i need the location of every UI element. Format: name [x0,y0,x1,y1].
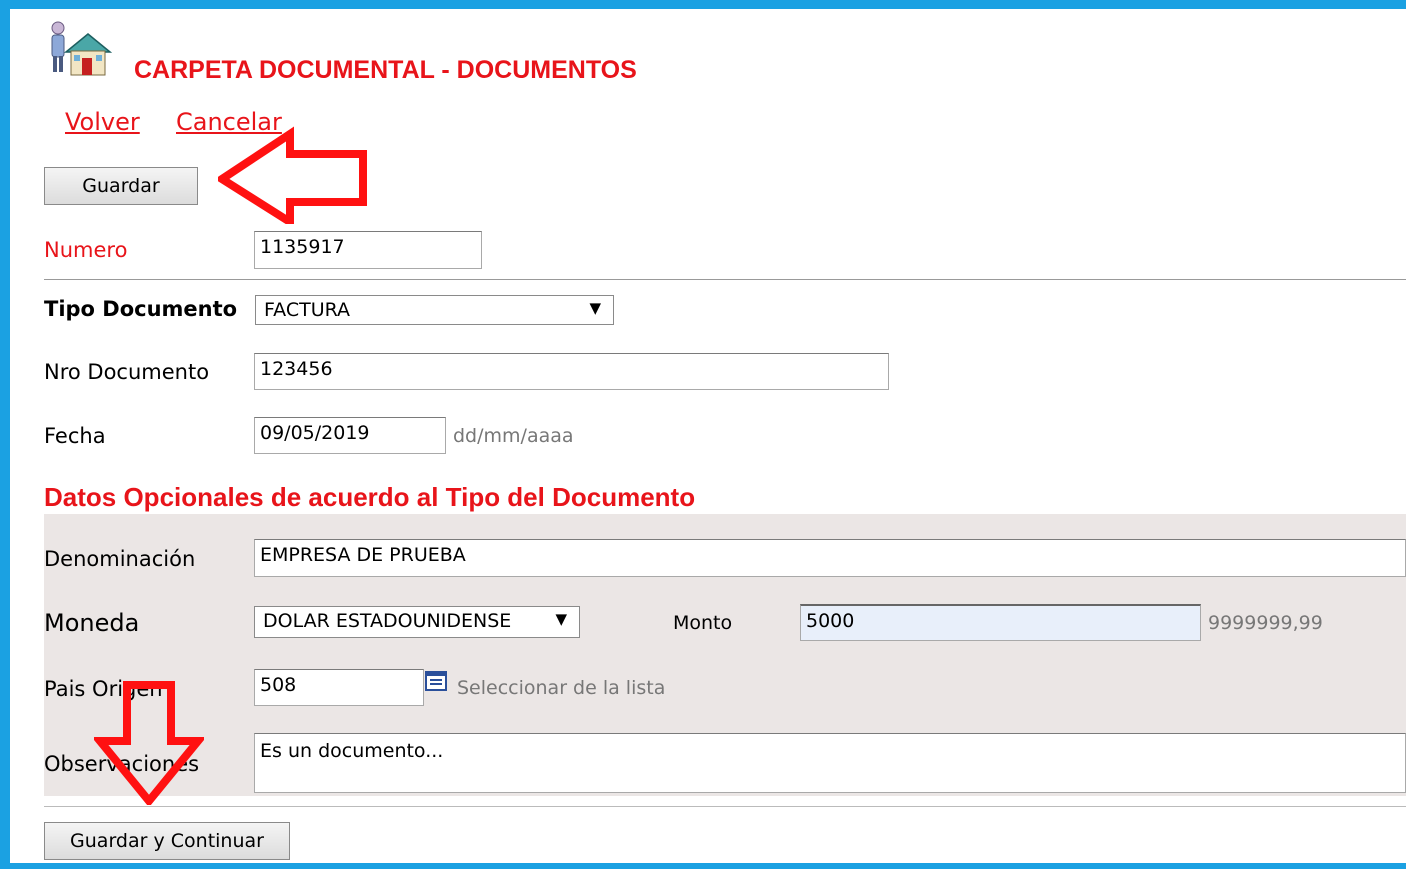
pais-origen-field[interactable]: 508 [254,669,424,706]
back-link[interactable]: Volver [65,108,140,136]
nro-documento-label: Nro Documento [44,360,210,384]
house-user-icon [46,20,113,80]
moneda-select[interactable]: DOLAR ESTADOUNIDENSE ▼ [254,606,580,638]
observaciones-textarea[interactable]: Es un documento... [254,733,1406,793]
denominacion-label: Denominación [44,547,196,571]
chevron-down-icon: ▼ [589,299,601,317]
tipo-documento-value: FACTURA [264,299,351,321]
annotation-arrow-down-icon [91,681,207,808]
tipo-documento-select[interactable]: FACTURA ▼ [255,295,614,325]
tipo-documento-label: Tipo Documento [44,297,238,321]
fecha-field[interactable]: 09/05/2019 [254,417,446,454]
save-button[interactable]: Guardar [44,167,198,205]
moneda-value: DOLAR ESTADOUNIDENSE [263,610,512,632]
fecha-format-hint: dd/mm/aaaa [453,425,574,447]
monto-format-hint: 9999999,99 [1208,612,1323,634]
chevron-down-icon: ▼ [555,610,567,628]
save-continue-button[interactable]: Guardar y Continuar [44,822,290,860]
optional-section-title: Datos Opcionales de acuerdo al Tipo del … [44,482,696,512]
divider [44,806,1406,807]
annotation-arrow-left-icon [214,124,368,230]
numero-field[interactable]: 1135917 [254,231,482,269]
divider [44,279,1406,280]
list-picker-icon[interactable] [425,671,447,691]
monto-label: Monto [673,612,733,634]
page-title: CARPETA DOCUMENTAL - DOCUMENTOS [134,56,637,84]
nro-documento-field[interactable]: 123456 [254,353,889,390]
numero-label: Numero [44,238,128,262]
denominacion-field[interactable]: EMPRESA DE PRUEBA [254,539,1406,577]
monto-field[interactable]: 5000 [800,604,1201,641]
pais-origen-picker-hint[interactable]: Seleccionar de la lista [457,677,665,699]
fecha-label: Fecha [44,424,106,448]
moneda-label: Moneda [44,609,140,637]
